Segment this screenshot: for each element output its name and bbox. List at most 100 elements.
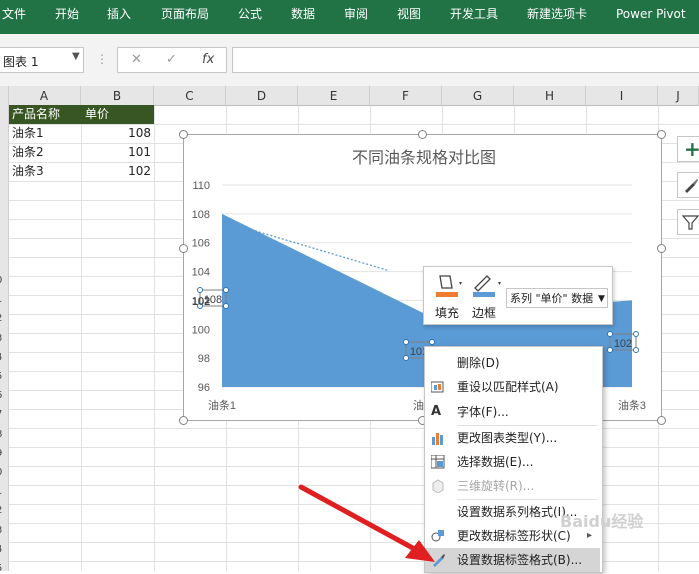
row-number[interactable]: 2 — [0, 505, 2, 516]
label-handle[interactable] — [223, 287, 229, 293]
menu-item-font[interactable]: A 字体(F)... — [425, 400, 600, 424]
tab-insert[interactable]: 插入 — [107, 0, 131, 28]
resize-handle[interactable] — [179, 244, 188, 253]
column-header-c[interactable]: C — [154, 86, 226, 106]
tab-new-tab[interactable]: 新建选项卡 — [527, 0, 587, 28]
menu-item-change-chart-type[interactable]: 更改图表类型(Y)... — [425, 426, 600, 450]
enter-check-icon[interactable]: ✓ — [166, 52, 177, 67]
column-header-a[interactable]: A — [8, 86, 81, 106]
cell-b3[interactable]: 101 — [81, 143, 151, 162]
menu-item-format-data-labels[interactable]: 设置数据标签格式(B)... — [425, 548, 600, 572]
chart-element-select[interactable]: 系列 "单价" 数据 ▼ — [506, 288, 608, 308]
column-header-g[interactable]: G — [442, 86, 514, 106]
tab-file[interactable]: 文件 — [2, 0, 26, 28]
row-number[interactable]: 6 — [0, 390, 2, 401]
chart-filters-button[interactable] — [677, 209, 699, 235]
label-handle[interactable] — [633, 347, 639, 353]
label-handle[interactable] — [403, 355, 409, 361]
column-header-j[interactable]: J — [658, 86, 699, 106]
resize-handle[interactable] — [179, 130, 188, 139]
border-button[interactable]: 边框 — [469, 272, 503, 320]
chart-elements-button[interactable]: + — [677, 136, 699, 162]
label-handle[interactable] — [429, 339, 435, 345]
cell-a3[interactable]: 油条2 — [12, 143, 44, 162]
column-header-e[interactable]: E — [298, 86, 370, 106]
label-handle[interactable] — [607, 347, 613, 353]
menu-item-label: 设置数据标签格式(B)... — [457, 553, 583, 567]
label-handle[interactable] — [197, 287, 203, 293]
chevron-down-icon[interactable]: ▼ — [598, 289, 605, 307]
name-box[interactable]: 图表 1 ▼ — [0, 47, 84, 73]
cell-a4[interactable]: 油条3 — [12, 162, 44, 181]
select-data-icon — [431, 455, 445, 469]
menu-item-select-data[interactable]: 选择数据(E)... — [425, 450, 600, 474]
row-number[interactable]: 2 — [0, 313, 2, 324]
row-number[interactable]: 1 — [0, 486, 2, 497]
row-number[interactable]: 0 — [0, 275, 2, 286]
label-handle[interactable] — [403, 339, 409, 345]
row-number[interactable]: 0 — [0, 467, 2, 478]
data-label[interactable]: 102 — [192, 296, 210, 308]
tab-page-layout[interactable]: 页面布局 — [161, 0, 209, 28]
menu-item-label: 字体(F)... — [457, 405, 509, 419]
cell-a1[interactable]: 产品名称 — [8, 105, 81, 124]
column-header-h[interactable]: H — [514, 86, 586, 106]
resize-handle[interactable] — [179, 416, 188, 425]
cell-b1[interactable]: 单价 — [81, 105, 154, 124]
tab-review[interactable]: 审阅 — [344, 0, 368, 28]
tab-view[interactable]: 视图 — [397, 0, 421, 28]
filter-icon — [682, 215, 699, 230]
tab-home[interactable]: 开始 — [55, 0, 79, 28]
label-handle[interactable] — [223, 303, 229, 309]
column-header-f[interactable]: F — [370, 86, 442, 106]
row-number[interactable]: 4 — [0, 352, 2, 363]
tab-developer[interactable]: 开发工具 — [450, 0, 498, 28]
column-header-d[interactable]: D — [226, 86, 298, 106]
resize-handle[interactable] — [657, 416, 666, 425]
column-header-i[interactable]: I — [586, 86, 658, 106]
row-number[interactable]: 7 — [0, 409, 2, 420]
chevron-down-icon[interactable]: ▼ — [72, 51, 80, 62]
row-number[interactable]: 5 — [0, 563, 2, 574]
chart-styles-button[interactable] — [677, 172, 699, 198]
insert-function-icon[interactable]: fx — [202, 52, 214, 67]
label-handle[interactable] — [607, 331, 613, 337]
row-number[interactable]: 5 — [0, 371, 2, 382]
formula-input[interactable] — [232, 47, 699, 73]
menu-item-reset-style[interactable]: 重设以匹配样式(A) — [425, 375, 600, 399]
cell-a2[interactable]: 油条1 — [12, 124, 44, 143]
fill-label: 填充 — [435, 306, 460, 320]
cell-b4[interactable]: 102 — [81, 162, 151, 181]
menu-item-label: 选择数据(E)... — [457, 455, 534, 469]
y-tick-label: 108 — [192, 209, 210, 221]
row-number[interactable]: 3 — [0, 525, 2, 536]
column-header-b[interactable]: B — [81, 86, 154, 106]
row-number[interactable]: 3 — [0, 333, 2, 344]
resize-handle[interactable] — [657, 244, 666, 253]
fill-button[interactable]: 填充 — [432, 272, 466, 320]
y-tick-label: 106 — [192, 238, 210, 250]
row-number[interactable]: 9 — [0, 448, 2, 459]
y-tick-label: 98 — [198, 353, 210, 365]
menu-item-label: 重设以匹配样式(A) — [457, 380, 559, 394]
tab-data[interactable]: 数据 — [291, 0, 315, 28]
row-header-strip[interactable] — [0, 86, 9, 571]
menu-item-label: 更改数据标签形状(C) — [457, 529, 571, 543]
tab-formulas[interactable]: 公式 — [238, 0, 262, 28]
data-label[interactable]: 102 — [614, 338, 632, 350]
menu-item-3d-rotation[interactable]: 三维旋转(R)... — [425, 474, 600, 498]
format-mini-toolbar: 填充 边框 系列 "单价" 数据 ▼ — [423, 266, 613, 325]
tab-power-pivot[interactable]: Power Pivot — [616, 0, 686, 28]
row-number[interactable]: 1 — [0, 294, 2, 305]
cancel-icon[interactable]: ✕ — [131, 52, 142, 67]
y-tick-label: 104 — [192, 267, 210, 279]
label-handle[interactable] — [633, 331, 639, 337]
row-number[interactable]: 8 — [0, 429, 2, 440]
menu-item-delete[interactable]: 删除(D) — [425, 351, 600, 375]
cell-b2[interactable]: 108 — [81, 124, 151, 143]
border-label: 边框 — [472, 306, 497, 320]
row-number[interactable]: 4 — [0, 544, 2, 555]
chart-title[interactable]: 不同油条规格对比图 — [352, 149, 496, 167]
resize-handle[interactable] — [657, 130, 666, 139]
resize-handle[interactable] — [418, 130, 427, 139]
